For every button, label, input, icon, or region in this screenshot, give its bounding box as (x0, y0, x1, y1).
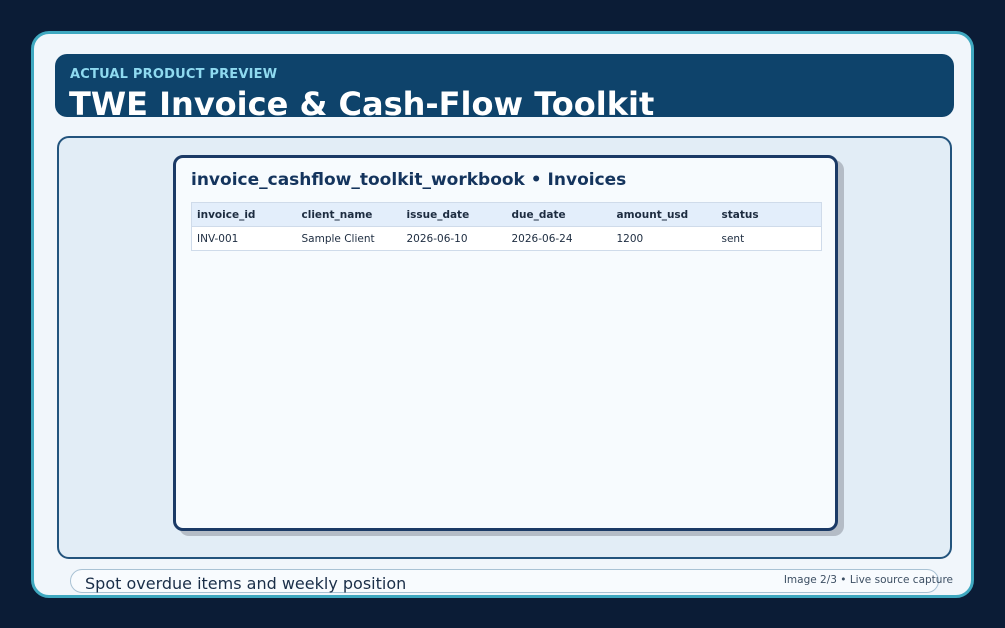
slide-header: ACTUAL PRODUCT PREVIEW TWE Invoice & Cas… (55, 54, 954, 117)
column-header-amount-usd[interactable]: amount_usd (611, 202, 717, 227)
cell-client-name[interactable]: Sample Client (296, 226, 402, 251)
column-header-status[interactable]: status (716, 202, 822, 227)
column-header-client-name[interactable]: client_name (296, 202, 402, 227)
preview-stage: invoice_cashflow_toolkit_workbook • Invo… (57, 136, 952, 559)
image-counter: Image 2/3 • Live source capture (783, 574, 953, 586)
cell-status[interactable]: sent (716, 226, 822, 251)
column-header-invoice-id[interactable]: invoice_id (191, 202, 297, 227)
eyebrow-label: ACTUAL PRODUCT PREVIEW (70, 67, 278, 82)
table-row[interactable]: INV-001 Sample Client 2026-06-10 2026-06… (191, 226, 822, 251)
table-header-row: invoice_id client_name issue_date due_da… (191, 202, 822, 227)
sheet-title: invoice_cashflow_toolkit_workbook • Invo… (191, 170, 627, 190)
cell-invoice-id[interactable]: INV-001 (191, 226, 297, 251)
slide-caption: Spot overdue items and weekly position (85, 574, 407, 593)
slide-title: TWE Invoice & Cash-Flow Toolkit (69, 85, 655, 117)
invoice-table: invoice_id client_name issue_date due_da… (191, 202, 822, 251)
column-header-issue-date[interactable]: issue_date (401, 202, 507, 227)
spreadsheet-preview-card: invoice_cashflow_toolkit_workbook • Invo… (173, 155, 838, 531)
slide-frame: ACTUAL PRODUCT PREVIEW TWE Invoice & Cas… (31, 31, 974, 598)
cell-due-date[interactable]: 2026-06-24 (506, 226, 612, 251)
cell-issue-date[interactable]: 2026-06-10 (401, 226, 507, 251)
column-header-due-date[interactable]: due_date (506, 202, 612, 227)
cell-amount-usd[interactable]: 1200 (611, 226, 717, 251)
